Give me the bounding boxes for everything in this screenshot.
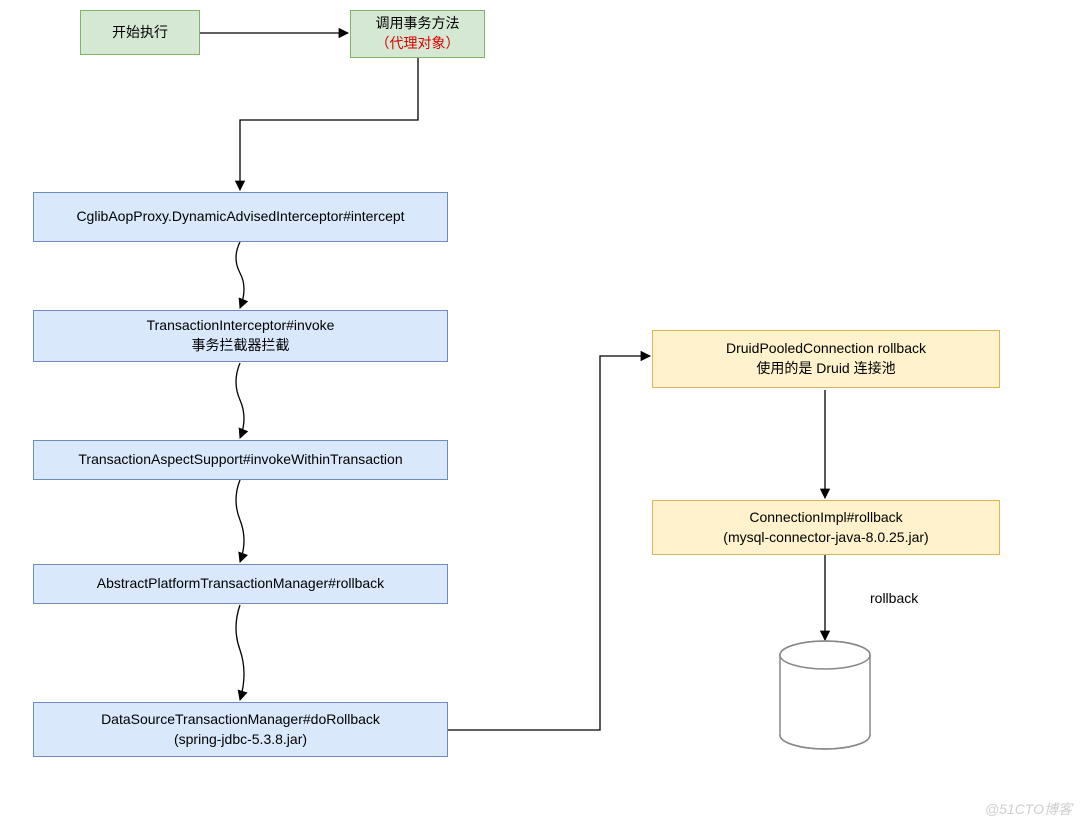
node-proxy-line1: 调用事务方法 bbox=[376, 14, 460, 34]
edge-dsmgr-druid bbox=[448, 356, 650, 730]
node-proxy-line2: （代理对象） bbox=[376, 34, 460, 54]
node-dsmgr-line1: DataSourceTransactionManager#doRollback bbox=[101, 710, 380, 730]
watermark: @51CTO博客 bbox=[985, 799, 1072, 819]
node-abstractmgr: AbstractPlatformTransactionManager#rollb… bbox=[33, 564, 448, 604]
node-intercept-line1: CglibAopProxy.DynamicAdvisedInterceptor#… bbox=[76, 207, 404, 227]
database-icon bbox=[780, 641, 870, 749]
node-txinterceptor-line1: TransactionInterceptor#invoke bbox=[147, 316, 335, 336]
node-druid-line2: 使用的是 Druid 连接池 bbox=[756, 359, 895, 379]
node-druid: DruidPooledConnection rollback 使用的是 Drui… bbox=[652, 330, 1000, 388]
label-rollback: rollback bbox=[870, 590, 918, 606]
node-intercept: CglibAopProxy.DynamicAdvisedInterceptor#… bbox=[33, 192, 448, 242]
node-start-label: 开始执行 bbox=[112, 23, 168, 43]
edge-txinterceptor-aspect bbox=[236, 363, 244, 438]
node-mysql-line1: ConnectionImpl#rollback bbox=[749, 508, 902, 528]
edge-abstractmgr-dsmgr bbox=[236, 605, 244, 700]
node-mysql: ConnectionImpl#rollback (mysql-connector… bbox=[652, 500, 1000, 555]
node-txinterceptor: TransactionInterceptor#invoke 事务拦截器拦截 bbox=[33, 310, 448, 362]
node-druid-line1: DruidPooledConnection rollback bbox=[726, 339, 926, 359]
node-start: 开始执行 bbox=[80, 10, 200, 55]
edge-aspect-abstractmgr bbox=[236, 480, 244, 562]
edge-proxy-intercept bbox=[240, 58, 418, 190]
node-dsmgr: DataSourceTransactionManager#doRollback … bbox=[33, 702, 448, 757]
node-abstractmgr-line1: AbstractPlatformTransactionManager#rollb… bbox=[97, 574, 384, 594]
node-aspect-line1: TransactionAspectSupport#invokeWithinTra… bbox=[78, 450, 402, 470]
node-proxy: 调用事务方法 （代理对象） bbox=[350, 10, 485, 58]
node-mysql-line2: (mysql-connector-java-8.0.25.jar) bbox=[723, 528, 928, 548]
node-txinterceptor-line2: 事务拦截器拦截 bbox=[192, 336, 290, 356]
edge-intercept-txinterceptor bbox=[236, 242, 244, 308]
node-aspect: TransactionAspectSupport#invokeWithinTra… bbox=[33, 440, 448, 480]
node-dsmgr-line2: (spring-jdbc-5.3.8.jar) bbox=[174, 730, 307, 750]
